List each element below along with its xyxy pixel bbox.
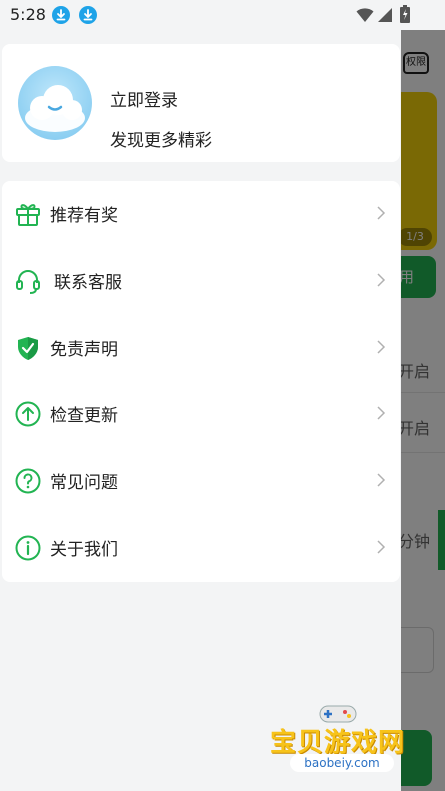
menu-item-about-us[interactable]: 关于我们 <box>2 515 400 581</box>
shield-check-icon <box>18 337 38 360</box>
chevron-right-icon <box>377 473 386 487</box>
side-drawer: 立即登录 发现更多精彩 推荐有奖 联系客服 免责声明 检查更新 常见问题 关于我… <box>0 30 401 791</box>
avatar[interactable] <box>18 66 92 140</box>
download-icon <box>52 6 70 24</box>
menu-item-faq[interactable]: 常见问题 <box>2 448 400 514</box>
profile-subtitle: 发现更多精彩 <box>110 131 212 151</box>
chevron-right-icon <box>377 540 386 554</box>
gift-icon <box>16 204 40 226</box>
menu-item-referral[interactable]: 推荐有奖 <box>2 181 400 247</box>
gamepad-icon <box>319 705 357 723</box>
info-icon <box>15 535 41 561</box>
signal-icon <box>378 8 392 22</box>
question-icon <box>15 468 41 494</box>
profile-card[interactable]: 立即登录 发现更多精彩 <box>2 44 400 162</box>
menu-item-customer-service[interactable]: 联系客服 <box>2 248 400 314</box>
menu-item-label: 检查更新 <box>50 406 118 426</box>
menu-item-label: 关于我们 <box>50 540 118 560</box>
chevron-right-icon <box>377 206 386 220</box>
menu-item-label: 联系客服 <box>54 273 122 293</box>
menu-item-check-update[interactable]: 检查更新 <box>2 381 400 447</box>
chevron-right-icon <box>377 340 386 354</box>
menu-item-disclaimer[interactable]: 免责声明 <box>2 315 400 381</box>
download-icon <box>79 6 97 24</box>
cloud-avatar-icon <box>25 85 85 132</box>
menu-list: 推荐有奖 联系客服 免责声明 检查更新 常见问题 关于我们 <box>2 181 400 582</box>
chevron-right-icon <box>377 273 386 287</box>
menu-item-label: 免责声明 <box>50 340 118 360</box>
chevron-right-icon <box>377 406 386 420</box>
battery-icon <box>400 5 410 23</box>
update-arrow-icon <box>15 401 41 427</box>
menu-item-label: 常见问题 <box>50 473 118 493</box>
status-bar: 5:28 <box>0 0 445 30</box>
watermark-logo: 宝贝游戏网 baobeiy.com <box>268 700 418 790</box>
login-link[interactable]: 立即登录 <box>110 86 178 111</box>
menu-item-label: 推荐有奖 <box>50 206 118 226</box>
wifi-icon <box>356 8 374 22</box>
watermark-url: baobeiy.com <box>290 754 394 772</box>
status-time: 5:28 <box>10 5 46 24</box>
headset-icon <box>16 270 40 294</box>
